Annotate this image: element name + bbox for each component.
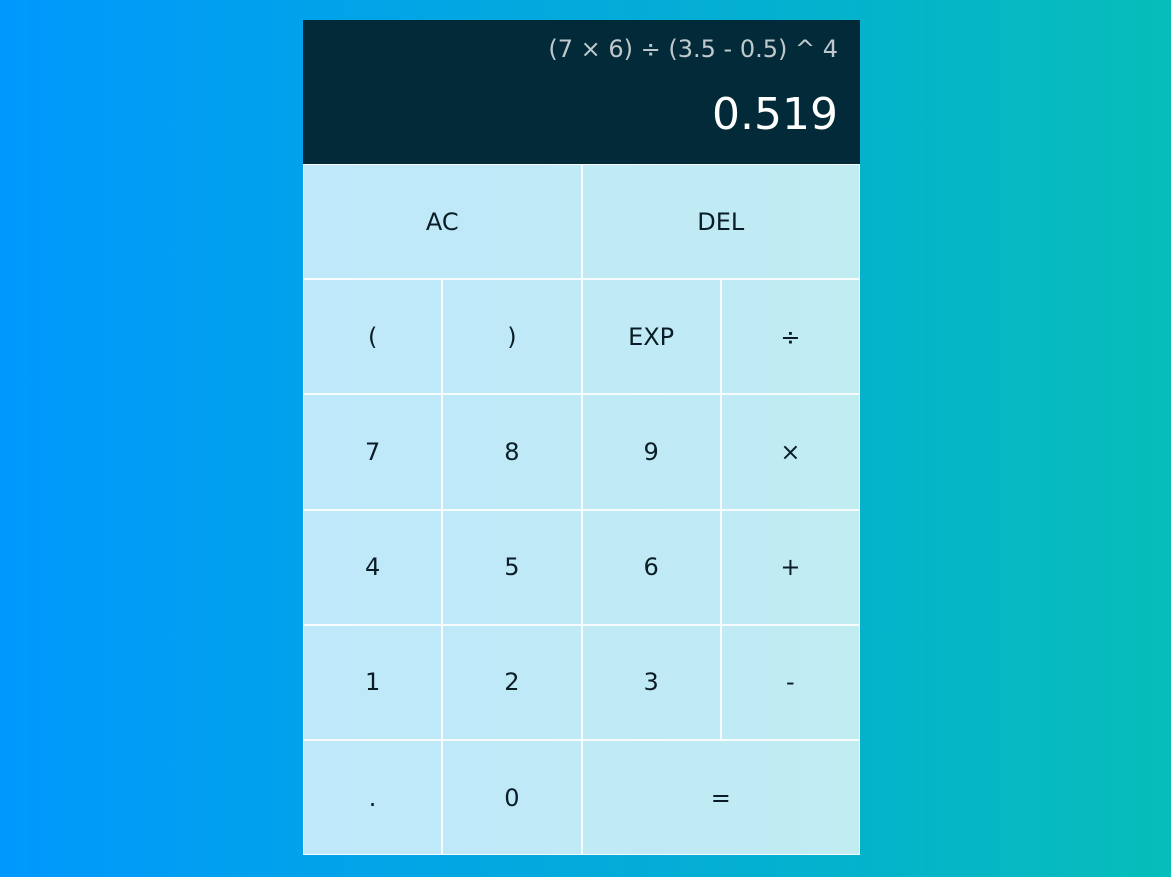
digit-6-button[interactable]: 6 — [581, 509, 721, 625]
calculator-display: (7 × 6) ÷ (3.5 - 0.5) ^ 4 0.519 — [303, 20, 860, 164]
subtract-button[interactable]: - — [720, 624, 860, 740]
all-clear-button[interactable]: AC — [303, 164, 582, 280]
previous-operand: (7 × 6) ÷ (3.5 - 0.5) ^ 4 — [548, 35, 838, 63]
digit-3-button[interactable]: 3 — [581, 624, 721, 740]
close-paren-button[interactable]: ) — [442, 279, 582, 395]
add-button[interactable]: + — [720, 509, 860, 625]
delete-button[interactable]: DEL — [581, 164, 860, 280]
equals-button[interactable]: = — [581, 739, 860, 856]
digit-7-button[interactable]: 7 — [303, 394, 443, 510]
digit-8-button[interactable]: 8 — [442, 394, 582, 510]
digit-5-button[interactable]: 5 — [442, 509, 582, 625]
exponent-button[interactable]: EXP — [581, 279, 721, 395]
open-paren-button[interactable]: ( — [303, 279, 443, 395]
current-operand: 0.519 — [712, 89, 838, 140]
digit-1-button[interactable]: 1 — [303, 624, 443, 740]
multiply-button[interactable]: × — [720, 394, 860, 510]
digit-4-button[interactable]: 4 — [303, 509, 443, 625]
keypad: AC DEL () EXP ÷ 7 8 9 × 4 5 6 +1 2 3-. 0 = — [303, 164, 860, 856]
digit-0-button[interactable]: 0 — [442, 739, 582, 856]
calculator: (7 × 6) ÷ (3.5 - 0.5) ^ 4 0.519 AC DEL() E… — [303, 20, 860, 856]
digit-2-button[interactable]: 2 — [442, 624, 582, 740]
divide-button[interactable]: ÷ — [720, 279, 860, 395]
decimal-button[interactable]: . — [303, 739, 443, 856]
digit-9-button[interactable]: 9 — [581, 394, 721, 510]
